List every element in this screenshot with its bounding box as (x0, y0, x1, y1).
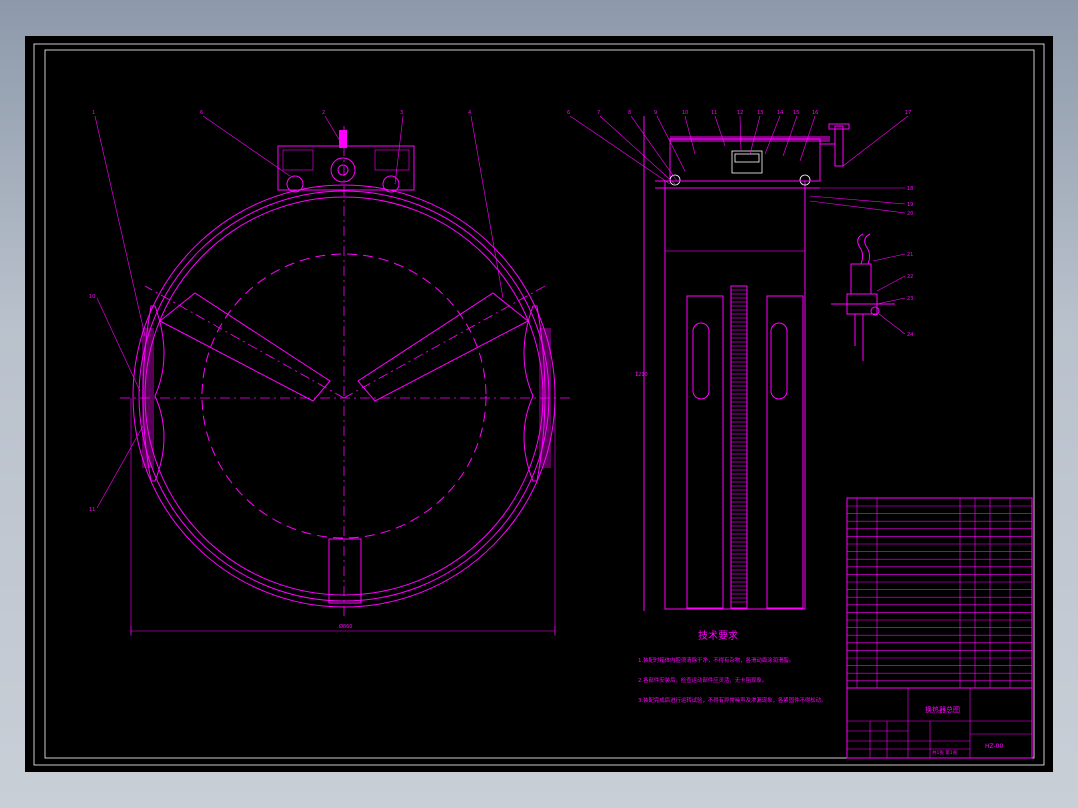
svg-text:11: 11 (711, 110, 717, 116)
svg-text:11: 11 (89, 507, 95, 513)
slot-left (692, 322, 710, 400)
svg-text:18: 18 (907, 186, 913, 192)
svg-text:1210: 1210 (635, 372, 648, 378)
svg-text:3: 3 (400, 110, 403, 116)
bottom-rod (328, 538, 362, 604)
front-view: 1 6 2 3 4 10 11 Ø860 (89, 110, 573, 636)
strut-right (357, 292, 529, 402)
svg-text:1: 1 (92, 110, 95, 116)
svg-text:Ø860: Ø860 (339, 623, 352, 630)
housing-window (282, 149, 314, 171)
drive-housing (277, 145, 415, 191)
valve-detail (831, 233, 895, 361)
svg-text:15: 15 (793, 110, 799, 116)
sheet-number: 共1张 第1张 (932, 749, 958, 756)
note-1: 1.装配时箱体内腔须清除干净，不得有杂物，各滑动面涂润滑脂。 (638, 656, 794, 664)
section-view: 12 10 6 7 8 9 10 11 12 13 14 15 16 17 181… (567, 110, 913, 611)
drawing-number: HZ-00 (985, 743, 1003, 750)
svg-text:19: 19 (907, 202, 913, 208)
svg-text:2: 2 (322, 110, 325, 116)
section-body (664, 180, 806, 610)
drive-hub (337, 164, 349, 176)
top-chamber (664, 180, 806, 252)
svg-text:24: 24 (907, 332, 913, 338)
tech-title: 技术要求 (698, 629, 738, 642)
svg-text:20: 20 (907, 211, 913, 217)
channel-right (766, 295, 804, 609)
svg-text:12: 12 (737, 110, 743, 116)
handle (834, 125, 844, 167)
svg-text:7: 7 (597, 110, 600, 116)
svg-text:23: 23 (907, 296, 913, 302)
housing-window-2 (374, 149, 410, 171)
side-hatch-left (142, 328, 154, 468)
drawing-name: 换热器总图 (925, 705, 960, 714)
slot-right (770, 322, 788, 400)
svg-text:13: 13 (757, 110, 763, 116)
svg-text:4: 4 (468, 110, 471, 116)
channel-left (686, 295, 724, 609)
svg-text:22: 22 (907, 274, 913, 280)
drive-wheel (330, 157, 356, 183)
bolt-left (669, 174, 681, 186)
parts-list (846, 497, 1033, 689)
cad-drawing: 162 34 1011 Ø860 1210 6 7 8 9 10 11 12 1… (33, 43, 1045, 766)
svg-text:10: 10 (89, 294, 95, 300)
svg-text:21: 21 (907, 252, 913, 258)
ray-right (343, 285, 546, 399)
top-bolt (339, 130, 347, 148)
svg-text:6: 6 (200, 110, 203, 116)
svg-text:16: 16 (812, 110, 818, 116)
rack-teeth (731, 289, 747, 603)
drawing-sheet: 162 34 10 11 Ø860 1210 6 7 8 9 10 11 12 … (25, 36, 1053, 772)
svg-text:9: 9 (654, 110, 657, 116)
svg-text:8: 8 (628, 110, 631, 116)
tech-requirements: 技术要求 1.装配时箱体内腔须清除干净，不得有杂物，各滑动面涂润滑脂。 2.各部… (638, 629, 826, 704)
note-2: 2.各部件安装后，检查运动部件应灵活，无卡阻现象。 (638, 676, 767, 684)
svg-text:6: 6 (567, 110, 570, 116)
side-hatch-right (539, 328, 551, 468)
title-block: 换热器总图 HZ-00 共1张 第1张 (846, 687, 1033, 759)
svg-text:10: 10 (682, 110, 688, 116)
ray-left (144, 285, 345, 399)
svg-text:17: 17 (905, 110, 911, 116)
note-3: 3.装配完成后进行运转试验，不得有异常噪声及渗漏现象，各紧固件不得松动。 (638, 696, 826, 704)
top-plate (670, 136, 830, 142)
svg-text:14: 14 (777, 110, 783, 116)
